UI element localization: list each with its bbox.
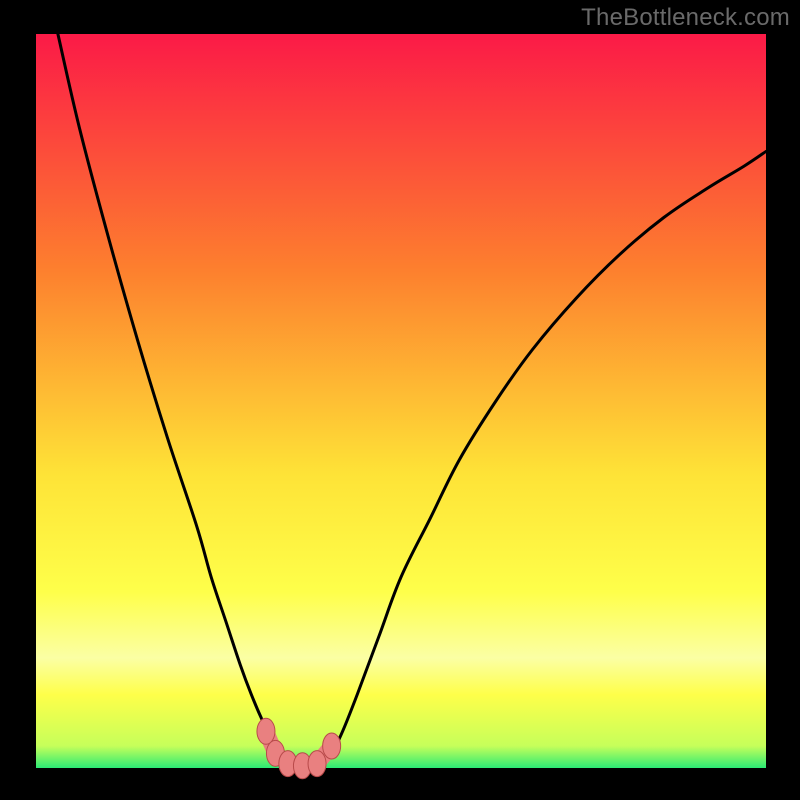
marker-left-marker-upper [257,718,275,744]
bottleneck-chart [0,0,800,800]
plot-area [36,34,766,768]
marker-bottom-right [308,751,326,777]
marker-right-marker [323,733,341,759]
chart-container: { "watermark": "TheBottleneck.com", "col… [0,0,800,800]
watermark-text: TheBottleneck.com [581,4,790,32]
